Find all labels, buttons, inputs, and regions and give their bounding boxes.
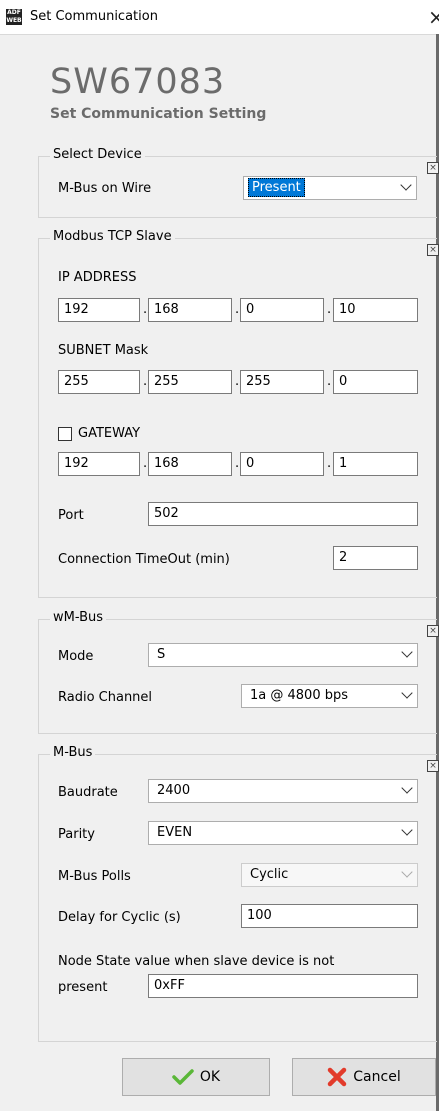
dot-separator: . bbox=[235, 302, 240, 317]
group-modbus-tcp-slave bbox=[38, 238, 437, 598]
ok-button[interactable]: OK bbox=[122, 1058, 270, 1096]
product-title: SW67083 bbox=[50, 62, 226, 102]
ip-octet-1[interactable]: 192 bbox=[58, 298, 140, 322]
baudrate-select[interactable]: 2400 bbox=[148, 779, 418, 803]
mbus-polls-select[interactable]: Cyclic bbox=[241, 863, 418, 887]
chevron-down-icon bbox=[400, 179, 412, 191]
node-state-input[interactable]: 0xFF bbox=[148, 974, 418, 998]
legend-select-device: Select Device bbox=[50, 147, 145, 162]
collapse-icon[interactable]: × bbox=[427, 760, 439, 772]
ip-octet-2[interactable]: 168 bbox=[148, 298, 232, 322]
legend-mbus: M-Bus bbox=[50, 745, 96, 760]
group-wmbus bbox=[38, 619, 437, 734]
dot-separator: . bbox=[143, 456, 148, 471]
collapse-icon[interactable]: × bbox=[427, 162, 439, 174]
legend-modbus: Modbus TCP Slave bbox=[50, 229, 175, 244]
chevron-down-icon bbox=[401, 824, 413, 836]
dot-separator: . bbox=[235, 374, 240, 389]
gateway-label: GATEWAY bbox=[78, 426, 141, 441]
dot-separator: . bbox=[327, 456, 332, 471]
subnet-octet-3[interactable]: 255 bbox=[240, 370, 324, 394]
delay-label: Delay for Cyclic (s) bbox=[58, 910, 181, 925]
mode-select[interactable]: S bbox=[148, 643, 418, 667]
baudrate-label: Baudrate bbox=[58, 785, 118, 800]
dot-separator: . bbox=[143, 374, 148, 389]
subnet-octet-1[interactable]: 255 bbox=[58, 370, 140, 394]
ok-label: OK bbox=[199, 1069, 221, 1085]
timeout-input[interactable]: 2 bbox=[333, 546, 418, 570]
baudrate-value: 2400 bbox=[157, 783, 191, 798]
gateway-octet-1[interactable]: 192 bbox=[58, 452, 140, 476]
port-label: Port bbox=[58, 508, 84, 523]
timeout-label: Connection TimeOut (min) bbox=[58, 552, 230, 567]
dot-separator: . bbox=[235, 456, 240, 471]
gateway-octet-4[interactable]: 1 bbox=[333, 452, 418, 476]
cancel-x-icon bbox=[328, 1067, 347, 1087]
parity-select[interactable]: EVEN bbox=[148, 821, 418, 845]
parity-value: EVEN bbox=[157, 825, 193, 840]
gateway-checkbox[interactable] bbox=[58, 427, 72, 441]
chevron-down-icon bbox=[401, 782, 413, 794]
mbus-on-wire-label: M-Bus on Wire bbox=[58, 181, 152, 196]
mbus-polls-label: M-Bus Polls bbox=[58, 869, 131, 884]
radio-channel-select[interactable]: 1a @ 4800 bps bbox=[241, 684, 418, 708]
port-input[interactable]: 502 bbox=[148, 502, 418, 526]
collapse-icon[interactable]: × bbox=[427, 244, 439, 256]
cancel-button[interactable]: Cancel bbox=[292, 1058, 436, 1096]
mode-value: S bbox=[157, 647, 166, 662]
subnet-octet-4[interactable]: 0 bbox=[333, 370, 418, 394]
cancel-label: Cancel bbox=[353, 1069, 401, 1085]
dot-separator: . bbox=[143, 302, 148, 317]
ip-octet-4[interactable]: 10 bbox=[333, 298, 418, 322]
node-state-label-2: present bbox=[58, 980, 108, 995]
app-icon: ADF WEB bbox=[6, 9, 22, 25]
gateway-octet-3[interactable]: 0 bbox=[240, 452, 324, 476]
title-bar: ADF WEB Set Communication × bbox=[0, 0, 439, 35]
gateway-octet-2[interactable]: 168 bbox=[148, 452, 232, 476]
dot-separator: . bbox=[327, 302, 332, 317]
chevron-down-icon bbox=[401, 646, 413, 658]
check-icon bbox=[172, 1069, 194, 1085]
page-subtitle: Set Communication Setting bbox=[50, 106, 267, 122]
chevron-down-icon bbox=[401, 687, 413, 699]
ip-octet-3[interactable]: 0 bbox=[240, 298, 324, 322]
mbus-on-wire-value: Present bbox=[248, 178, 305, 197]
subnet-mask-label: SUBNET Mask bbox=[58, 343, 149, 358]
radio-channel-value: 1a @ 4800 bps bbox=[250, 688, 348, 703]
node-state-label: Node State value when slave device is no… bbox=[58, 954, 335, 969]
window-title: Set Communication bbox=[30, 9, 158, 24]
mbus-polls-value: Cyclic bbox=[250, 867, 289, 882]
ip-address-label: IP ADDRESS bbox=[58, 270, 137, 285]
close-icon[interactable]: × bbox=[428, 5, 439, 29]
dot-separator: . bbox=[327, 374, 332, 389]
radio-channel-label: Radio Channel bbox=[58, 690, 153, 705]
parity-label: Parity bbox=[58, 827, 95, 842]
mbus-on-wire-select[interactable]: Present bbox=[243, 176, 417, 200]
delay-input[interactable]: 100 bbox=[241, 904, 418, 928]
legend-wmbus: wM-Bus bbox=[50, 610, 107, 625]
subnet-octet-2[interactable]: 255 bbox=[148, 370, 232, 394]
mode-label: Mode bbox=[58, 649, 94, 664]
chevron-down-icon bbox=[401, 866, 413, 878]
collapse-icon[interactable]: × bbox=[427, 625, 439, 637]
